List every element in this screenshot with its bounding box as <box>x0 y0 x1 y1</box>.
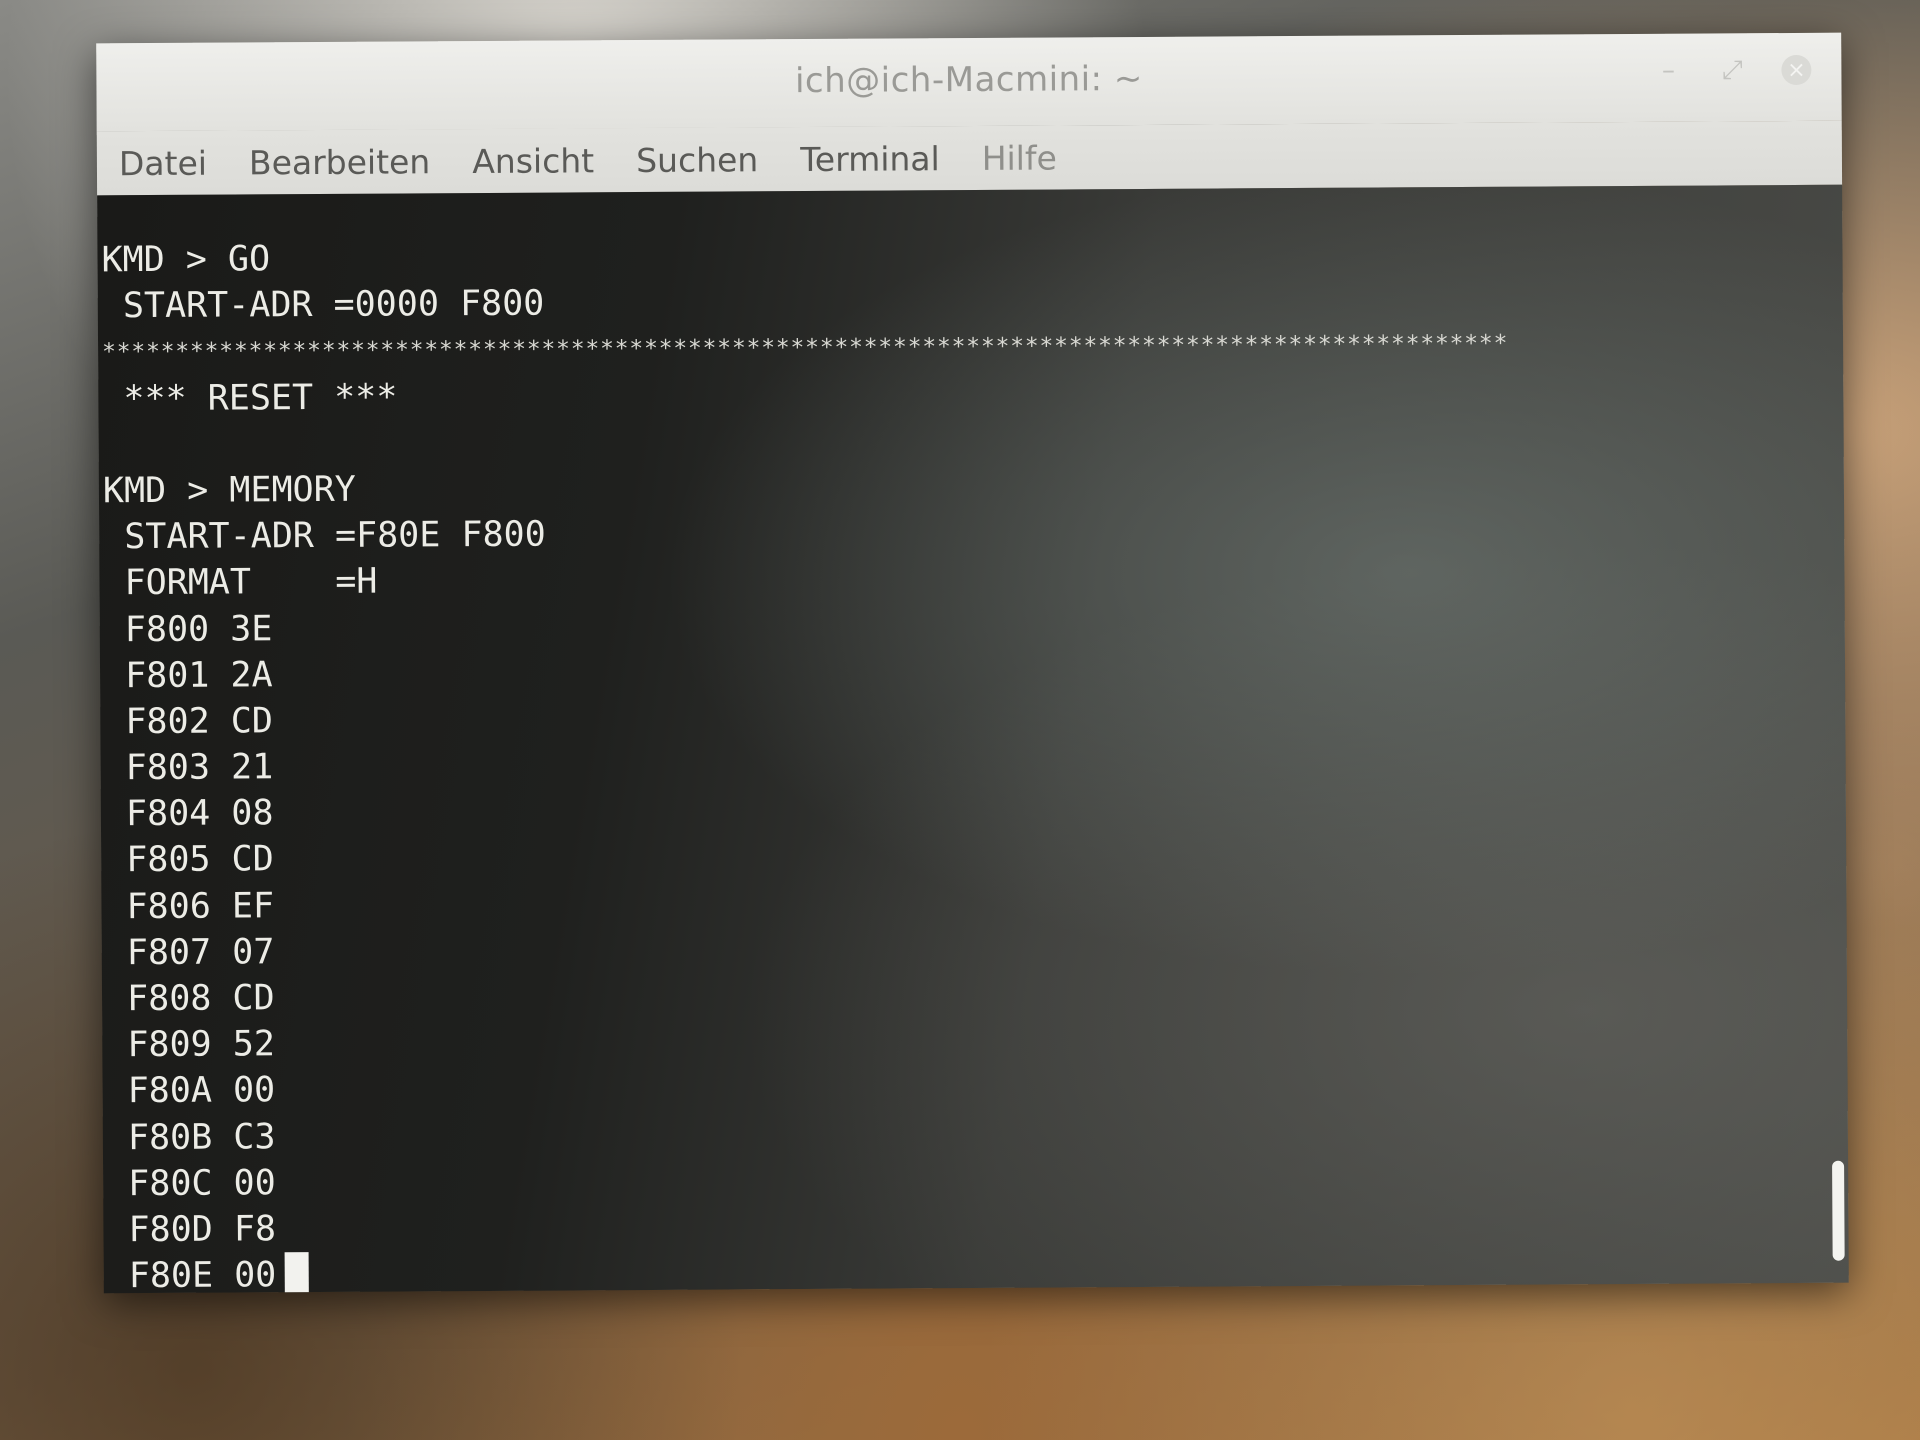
scrollbar-thumb[interactable] <box>1832 1160 1845 1261</box>
close-icon[interactable]: × <box>1781 54 1812 86</box>
menu-bar: Datei Bearbeiten Ansicht Suchen Terminal… <box>96 120 1843 197</box>
menu-ansicht[interactable]: Ansicht <box>472 141 594 181</box>
menu-hilfe[interactable]: Hilfe <box>982 138 1057 177</box>
maximize-icon[interactable]: ⤢ <box>1717 55 1747 85</box>
window-title: ich@ich-Macmini: ~ <box>794 58 1143 102</box>
menu-suchen[interactable]: Suchen <box>636 140 758 180</box>
menu-terminal[interactable]: Terminal <box>800 139 940 179</box>
terminal-line-text: F80E 00 <box>107 1255 277 1297</box>
menu-datei[interactable]: Datei <box>119 143 207 183</box>
window-controls: – ⤢ × <box>1653 54 1812 86</box>
text-cursor <box>284 1252 309 1293</box>
minimize-icon[interactable]: – <box>1653 56 1683 86</box>
menu-bearbeiten[interactable]: Bearbeiten <box>249 142 431 182</box>
window-titlebar[interactable]: ich@ich-Macmini: ~ – ⤢ × <box>96 32 1842 132</box>
terminal-window: ich@ich-Macmini: ~ – ⤢ × Datei Bearbeite… <box>96 32 1849 1297</box>
terminal-output[interactable]: KMD > GO START-ADR =0000 F800 **********… <box>97 184 1849 1297</box>
